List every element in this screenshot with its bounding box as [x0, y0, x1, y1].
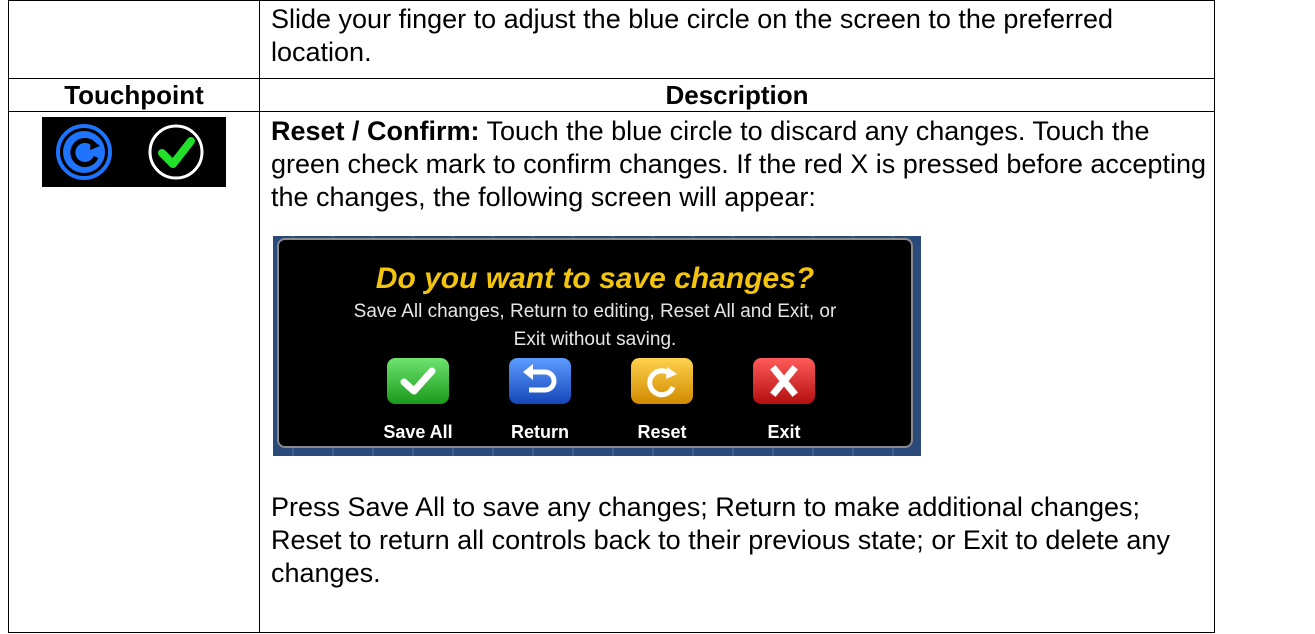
exit-label: Exit	[767, 422, 801, 442]
save-changes-dialog-screenshot: Do you want to save changes? Save All ch…	[273, 236, 921, 456]
header-description: Description	[259, 78, 1215, 112]
dialog-box: Do you want to save changes? Save All ch…	[277, 238, 913, 448]
return-button[interactable]	[509, 358, 571, 404]
dialog-message: Save All changes, Return to editing, Res…	[353, 301, 837, 350]
exit-button[interactable]	[753, 358, 815, 404]
term-label: Reset / Confirm:	[271, 116, 480, 146]
description-cell: Reset / Confirm: Touch the blue circle t…	[259, 111, 1215, 633]
touchpoint-icons	[42, 117, 226, 187]
intro-text: Slide your finger to adjust the blue cir…	[271, 4, 1113, 67]
save-all-label: Save All	[383, 422, 453, 442]
check-circle-icon	[148, 124, 204, 180]
header-touchpoint: Touchpoint	[8, 78, 260, 112]
dialog-title: Do you want to save changes?	[375, 262, 815, 295]
reset-all-button[interactable]	[631, 358, 693, 404]
empty-cell	[8, 0, 260, 79]
reset-label: Reset	[637, 422, 687, 442]
after-text: Press Save All to save any changes; Retu…	[271, 492, 1170, 588]
description-text: Reset / Confirm: Touch the blue circle t…	[260, 112, 1214, 214]
touchpoint-cell	[8, 111, 260, 633]
intro-cell: Slide your finger to adjust the blue cir…	[259, 0, 1215, 79]
reset-circle-icon	[56, 124, 112, 180]
save-all-button[interactable]	[387, 358, 449, 404]
return-label: Return	[511, 422, 569, 442]
document-table: Slide your finger to adjust the blue cir…	[8, 0, 1215, 633]
